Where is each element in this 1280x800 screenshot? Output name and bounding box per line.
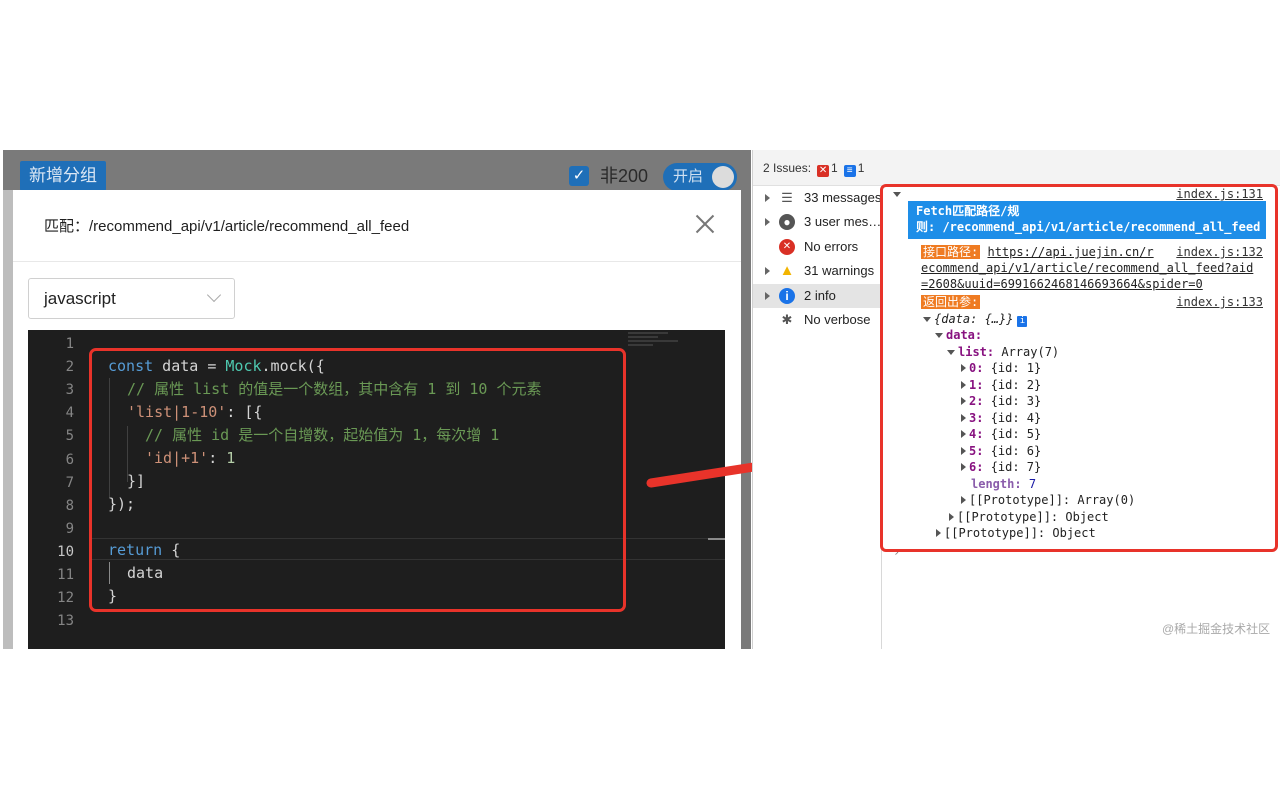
expand-icon: [765, 292, 770, 300]
console-toolbar: 2 Issues: ✕ 1 ≡ 1: [753, 150, 1280, 186]
background-strip: [3, 190, 13, 649]
expand-icon: [765, 267, 770, 275]
issues-counter[interactable]: 2 Issues: ✕ 1 ≡ 1: [763, 160, 864, 177]
sidebar-item-label: 33 messages: [804, 190, 882, 205]
code-highlight-box: [89, 348, 626, 612]
toggle-label: 开启: [673, 168, 704, 185]
language-select[interactable]: javascript: [28, 278, 235, 319]
line-number: 7: [65, 474, 74, 491]
error-icon: ✕: [779, 239, 795, 255]
error-icon: ✕: [817, 165, 830, 177]
line-number: 13: [57, 613, 74, 630]
issues-info-count: 1: [857, 161, 865, 175]
expand-icon: [765, 194, 770, 202]
message-icon: ≡: [843, 165, 856, 177]
sidebar-item-label: 3 user mes…: [804, 214, 882, 229]
line-number: 6: [65, 451, 74, 468]
close-icon[interactable]: [695, 214, 715, 234]
chevron-down-icon: [206, 287, 222, 303]
line-number: 8: [65, 497, 74, 514]
user-icon: ●: [779, 214, 795, 230]
issues-label: 2 Issues:: [763, 161, 812, 175]
sidebar-item-errors[interactable]: ✕ No errors: [753, 235, 881, 259]
line-number: 1: [65, 336, 74, 352]
line-number: 12: [57, 590, 74, 607]
line-number: 5: [65, 428, 74, 445]
sidebar-item-user-messages[interactable]: ● 3 user mes…: [753, 210, 881, 234]
sidebar-item-info[interactable]: i 2 info: [753, 284, 881, 308]
sidebar-item-label: 2 info: [804, 288, 836, 303]
bug-icon: ✱: [781, 312, 793, 327]
sidebar-item-label: 31 warnings: [804, 263, 875, 278]
line-number: 3: [65, 382, 74, 399]
watermark: @稀土掘金技术社区: [1162, 622, 1271, 636]
modal-header: 匹配：/recommend_api/v1/article/recommend_a…: [13, 190, 741, 262]
modal-title: 匹配：/recommend_api/v1/article/recommend_a…: [44, 218, 410, 235]
add-group-button[interactable]: 新增分组: [20, 161, 106, 191]
line-number: 10: [57, 543, 74, 560]
warning-icon: ▲: [779, 262, 795, 279]
sidebar-item-label: No verbose: [804, 312, 871, 327]
line-number: 9: [65, 520, 74, 537]
info-icon: i: [779, 288, 795, 304]
line-number: 2: [65, 359, 74, 376]
sidebar-item-label: No errors: [804, 239, 859, 254]
issues-error-count: 1: [831, 161, 838, 175]
sidebar-item-verbose[interactable]: ✱ No verbose: [753, 308, 881, 332]
line-number: 11: [57, 567, 74, 583]
list-icon: ☰: [781, 190, 793, 205]
toggle-knob: [712, 166, 734, 188]
expand-icon: [765, 218, 770, 226]
enable-toggle[interactable]: 开启: [663, 163, 737, 191]
non200-checkbox[interactable]: ✓: [569, 166, 589, 186]
sidebar-item-warnings[interactable]: ▲ 31 warnings: [753, 259, 881, 283]
non200-label: 非200: [600, 166, 649, 186]
language-select-value: javascript: [44, 289, 116, 308]
line-number: 4: [65, 405, 74, 422]
line-number-gutter: 1 2 3 4 5 6 7 8 9 10 11 12 13: [28, 330, 86, 649]
editor-scrollbar[interactable]: [708, 538, 725, 540]
check-icon: ✓: [572, 167, 586, 184]
sidebar-item-messages[interactable]: ☰ 33 messages: [753, 186, 881, 210]
console-highlight-box: [880, 184, 1278, 552]
editor-minimap[interactable]: [628, 330, 698, 360]
console-sidebar: ☰ 33 messages ● 3 user mes… ✕ No errors …: [753, 186, 882, 649]
